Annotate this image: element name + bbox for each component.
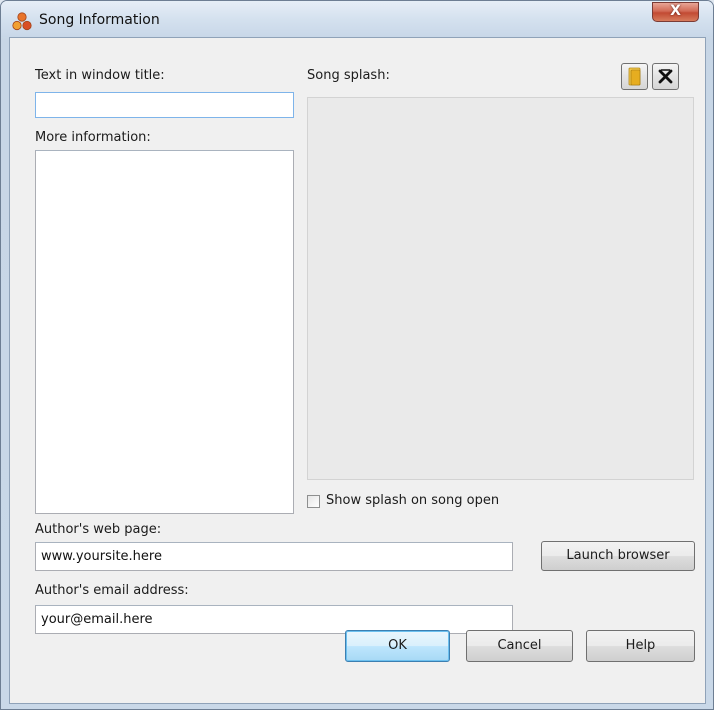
cancel-button[interactable]: Cancel <box>466 630 573 662</box>
more-information-label: More information: <box>35 130 151 145</box>
window-title-text-label: Text in window title: <box>35 68 165 83</box>
close-button[interactable]: X <box>652 2 699 22</box>
song-information-dialog: Song Information X Text in window title:… <box>0 0 714 710</box>
ok-button[interactable]: OK <box>345 630 450 662</box>
remove-x-icon <box>658 69 673 84</box>
app-logo-icon <box>12 12 32 31</box>
close-icon: X <box>670 3 681 19</box>
folder-icon <box>628 67 641 86</box>
remove-splash-button[interactable] <box>652 63 679 90</box>
show-splash-label[interactable]: Show splash on song open <box>326 493 499 508</box>
more-information-textarea[interactable] <box>35 150 294 514</box>
open-splash-button[interactable] <box>621 63 648 90</box>
help-button[interactable]: Help <box>586 630 695 662</box>
author-web-page-input[interactable]: www.yoursite.here <box>35 542 513 571</box>
title-bar[interactable]: Song Information X <box>1 1 713 37</box>
author-web-page-label: Author's web page: <box>35 522 162 537</box>
window-title: Song Information <box>39 12 160 28</box>
dialog-body: Text in window title: More information: … <box>9 37 706 704</box>
show-splash-checkbox[interactable] <box>307 495 320 508</box>
song-splash-preview <box>307 97 694 480</box>
window-title-text-input[interactable] <box>35 92 294 118</box>
launch-browser-button[interactable]: Launch browser <box>541 541 695 571</box>
song-splash-label: Song splash: <box>307 68 390 83</box>
author-email-label: Author's email address: <box>35 583 189 598</box>
